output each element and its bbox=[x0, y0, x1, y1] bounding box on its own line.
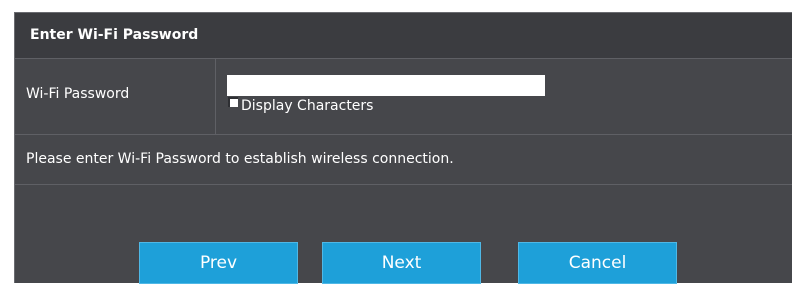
wifi-password-input[interactable] bbox=[227, 75, 545, 96]
cancel-button[interactable]: Cancel bbox=[518, 242, 677, 284]
password-label: Wi-Fi Password bbox=[26, 86, 130, 102]
section-title: Enter Wi-Fi Password bbox=[30, 27, 199, 43]
info-message: Please enter Wi-Fi Password to establish… bbox=[26, 151, 454, 167]
display-characters-checkbox[interactable] bbox=[228, 97, 238, 107]
info-row: Please enter Wi-Fi Password to establish… bbox=[15, 135, 792, 185]
wizard-frame: Enter Wi-Fi Password Wi-Fi Password Disp… bbox=[14, 12, 792, 284]
next-button[interactable]: Next bbox=[322, 242, 481, 284]
password-row: Wi-Fi Password Display Characters bbox=[15, 59, 792, 135]
prev-button[interactable]: Prev bbox=[139, 242, 298, 284]
password-value-cell: Display Characters bbox=[216, 59, 792, 134]
display-characters-label[interactable]: Display Characters bbox=[241, 98, 373, 114]
password-label-cell: Wi-Fi Password bbox=[15, 59, 216, 134]
section-header: Enter Wi-Fi Password bbox=[15, 13, 792, 59]
wifi-password-panel: Enter Wi-Fi Password Wi-Fi Password Disp… bbox=[15, 13, 792, 193]
